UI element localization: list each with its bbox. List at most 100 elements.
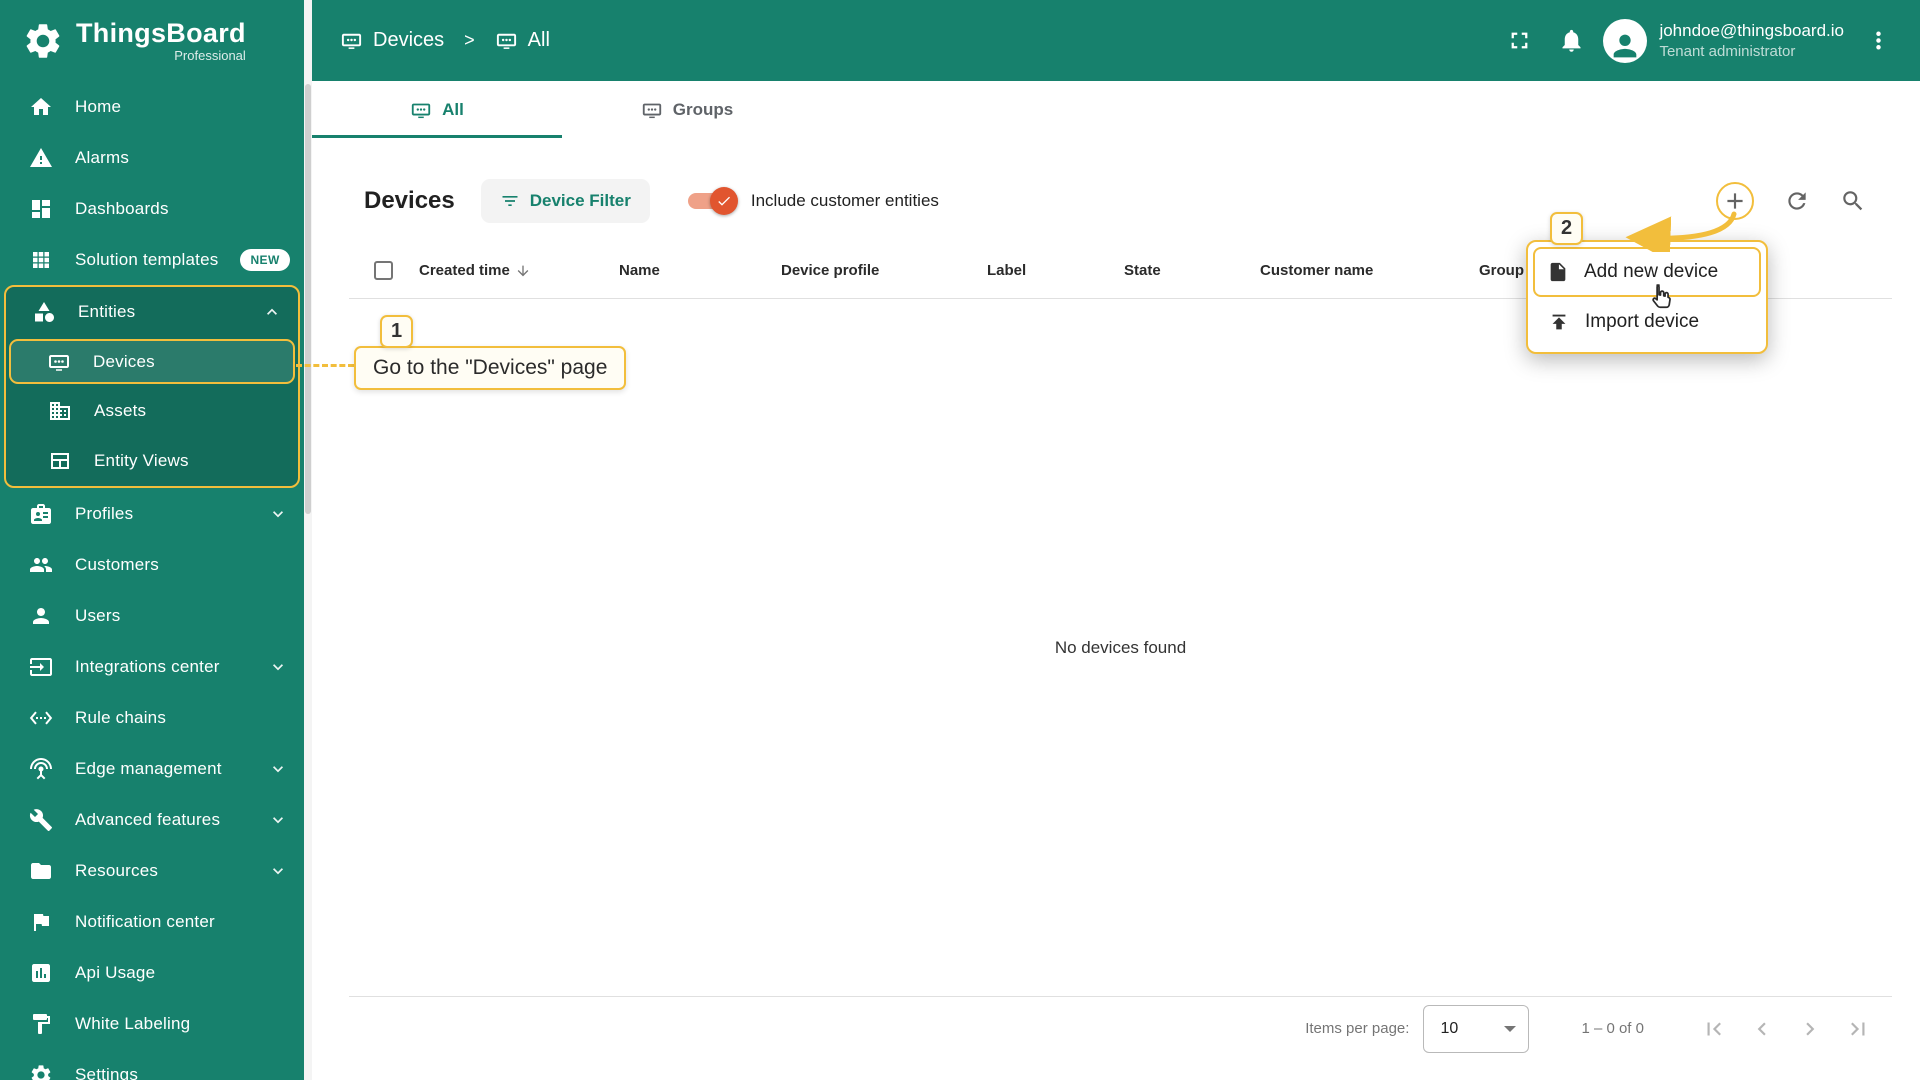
sidebar-scrollbar[interactable] <box>304 0 312 1080</box>
sidebar-item-dashboards[interactable]: Dashboards <box>0 183 304 234</box>
column-label[interactable]: Label <box>987 262 1124 279</box>
previous-page-button[interactable] <box>1738 1005 1786 1053</box>
empty-state-text: No devices found <box>1054 637 1187 657</box>
tutorial-step-1-callout: Go to the "Devices" page <box>354 346 627 390</box>
tab-groups-label: Groups <box>672 99 734 119</box>
brand-subtitle: Professional <box>174 48 246 63</box>
sidebar-label: White Labeling <box>75 1013 191 1033</box>
cursor-pointer-icon <box>1652 284 1671 309</box>
sidebar-item-integrations-center[interactable]: Integrations center <box>0 641 304 692</box>
chevron-left-icon <box>1749 1016 1775 1042</box>
breadcrumb-all[interactable]: All <box>528 29 550 52</box>
home-icon <box>29 95 53 119</box>
sidebar-item-solution-templates[interactable]: Solution templates NEW <box>0 234 304 285</box>
column-name[interactable]: Name <box>619 262 781 279</box>
select-all-checkbox[interactable] <box>374 261 393 280</box>
column-created-time[interactable]: Created time <box>419 262 619 279</box>
sidebar-label: Edge management <box>75 758 222 778</box>
app-logo[interactable]: ThingsBoard Professional <box>0 0 312 81</box>
sidebar-label: Users <box>75 605 121 625</box>
sidebar: ThingsBoard Professional Home Alarms Das… <box>0 0 312 1080</box>
column-customer-name[interactable]: Customer name <box>1260 262 1479 279</box>
notifications-button[interactable] <box>1545 15 1597 67</box>
search-icon <box>1840 188 1866 214</box>
users-icon <box>29 604 53 628</box>
profiles-icon <box>29 502 53 526</box>
sidebar-item-users[interactable]: Users <box>0 590 304 641</box>
pagination-range: 1 – 0 of 0 <box>1581 1020 1644 1037</box>
sidebar-item-api-usage[interactable]: Api Usage <box>0 947 304 998</box>
import-device-label: Import device <box>1585 311 1700 332</box>
grid-icon <box>29 248 53 272</box>
column-device-profile[interactable]: Device profile <box>781 262 987 279</box>
toggle-thumb <box>709 187 738 215</box>
sidebar-item-edge-management[interactable]: Edge management <box>0 743 304 794</box>
sidebar-item-home[interactable]: Home <box>0 81 304 132</box>
chart-icon <box>29 961 53 985</box>
sidebar-label: Dashboards <box>75 198 169 218</box>
devices-icon <box>340 29 363 52</box>
sidebar-item-resources[interactable]: Resources <box>0 845 304 896</box>
select-caret-icon <box>1504 1025 1517 1032</box>
refresh-icon <box>1784 188 1810 214</box>
breadcrumb-devices[interactable]: Devices <box>373 29 444 52</box>
sidebar-label: Home <box>75 96 122 116</box>
user-menu-button[interactable] <box>1852 15 1904 67</box>
tutorial-step-1-text: Go to the "Devices" page <box>373 356 608 379</box>
folder-icon <box>29 859 53 883</box>
tutorial-connector-line <box>296 364 354 367</box>
devices-icon <box>47 350 71 374</box>
sidebar-label: Integrations center <box>75 656 220 676</box>
assets-icon <box>48 399 72 423</box>
new-badge: NEW <box>240 248 290 271</box>
chevron-down-icon <box>268 861 288 881</box>
sidebar-item-customers[interactable]: Customers <box>0 539 304 590</box>
last-page-button[interactable] <box>1834 1005 1882 1053</box>
column-state[interactable]: State <box>1124 262 1260 279</box>
device-filter-button[interactable]: Device Filter <box>480 179 650 223</box>
items-per-page-select[interactable]: 10 <box>1423 1004 1530 1053</box>
first-page-icon <box>1701 1016 1727 1042</box>
upload-icon <box>1548 311 1570 333</box>
warning-icon <box>29 146 53 170</box>
edge-icon <box>29 757 53 781</box>
next-page-button[interactable] <box>1786 1005 1834 1053</box>
tab-bar: All Groups <box>312 81 1920 138</box>
tutorial-curved-arrow <box>1625 211 1737 252</box>
search-button[interactable] <box>1840 188 1866 214</box>
sidebar-item-white-labeling[interactable]: White Labeling <box>0 998 304 1049</box>
sidebar-item-entity-views[interactable]: Entity Views <box>6 436 298 486</box>
thingsboard-logo-icon <box>22 20 64 62</box>
entities-icon <box>32 300 56 324</box>
sidebar-item-profiles[interactable]: Profiles <box>0 488 304 539</box>
include-customer-entities-toggle[interactable] <box>686 187 738 215</box>
customers-icon <box>29 553 53 577</box>
paint-icon <box>29 1012 53 1036</box>
tab-groups[interactable]: Groups <box>562 81 812 138</box>
chevron-up-icon <box>262 302 282 322</box>
device-filter-label: Device Filter <box>529 191 631 210</box>
sidebar-item-settings[interactable]: Settings <box>0 1049 304 1080</box>
avatar[interactable] <box>1603 18 1648 63</box>
refresh-button[interactable] <box>1784 188 1810 214</box>
tab-all-label: All <box>442 99 464 119</box>
first-page-button[interactable] <box>1690 1005 1738 1053</box>
tutorial-step-1-badge: 1 <box>380 315 413 348</box>
sidebar-label: Settings <box>75 1064 139 1080</box>
sidebar-item-alarms[interactable]: Alarms <box>0 132 304 183</box>
add-new-device-label: Add new device <box>1584 261 1719 282</box>
sidebar-item-rule-chains[interactable]: Rule chains <box>0 692 304 743</box>
sidebar-item-notification-center[interactable]: Notification center <box>0 896 304 947</box>
fullscreen-button[interactable] <box>1493 15 1545 67</box>
integrations-icon <box>29 655 53 679</box>
sidebar-item-assets[interactable]: Assets <box>6 386 298 436</box>
sidebar-item-advanced-features[interactable]: Advanced features <box>0 794 304 845</box>
tab-all[interactable]: All <box>312 81 562 138</box>
sidebar-item-entities[interactable]: Entities <box>6 287 298 337</box>
filter-icon <box>500 191 520 211</box>
sidebar-scrollbar-thumb[interactable] <box>305 84 311 514</box>
sidebar-item-devices[interactable]: Devices <box>9 339 295 384</box>
sidebar-label: Customers <box>75 554 159 574</box>
header-actions: johndoe@thingsboard.io Tenant administra… <box>1493 15 1904 67</box>
breadcrumb: Devices > All <box>340 29 550 52</box>
